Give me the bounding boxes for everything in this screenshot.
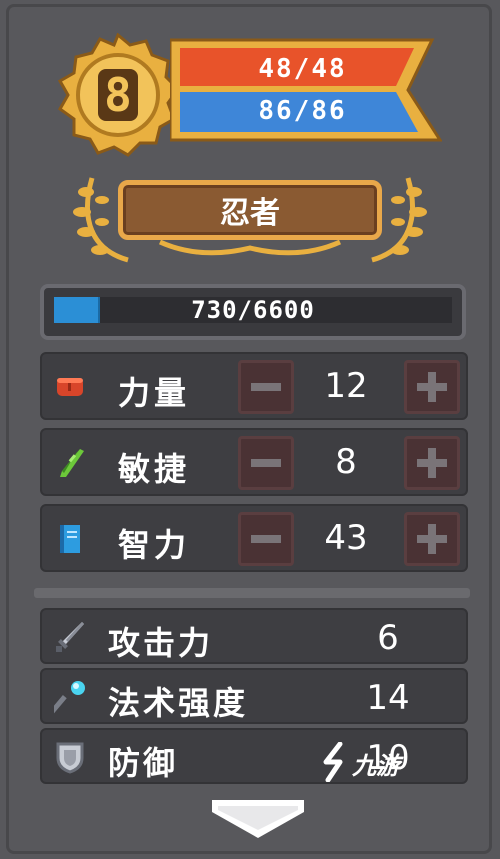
wand-icon: [54, 681, 85, 714]
stat-value: 6: [377, 618, 399, 658]
level-number: 8: [104, 68, 132, 122]
decrease-agility-button[interactable]: [238, 436, 294, 490]
class-name: 忍者: [220, 196, 280, 231]
book-icon: [60, 525, 80, 553]
hp-value: 48/48: [258, 54, 347, 84]
experience-bar: 730/6600: [40, 284, 466, 340]
watermark-text: 九游: [352, 752, 400, 780]
watermark-nine-icon: [323, 742, 343, 782]
class-name-plate: 忍者: [118, 180, 382, 240]
attribute-label: 力量: [118, 374, 191, 412]
minus-icon: [251, 383, 281, 391]
stat-row-spell-power: 法术强度 14: [40, 668, 468, 724]
attribute-value: 43: [324, 518, 368, 558]
decrease-strength-button[interactable]: [238, 360, 294, 414]
scroll-down-arrow-icon[interactable]: [210, 796, 306, 842]
stat-label: 防御: [108, 744, 179, 782]
minus-icon: [251, 459, 281, 467]
sword-icon: [56, 622, 84, 652]
plus-icon-v: [428, 372, 436, 402]
shield-icon: [56, 742, 84, 774]
fist-icon: [57, 378, 83, 396]
attribute-value: 8: [335, 442, 357, 482]
section-divider: [34, 588, 470, 598]
watermark-logo: 九游: [318, 738, 418, 784]
stat-label: 攻击力: [108, 624, 214, 662]
plus-icon-v: [428, 524, 436, 554]
stat-value: 14: [366, 678, 410, 718]
increase-strength-button[interactable]: [404, 360, 460, 414]
experience-value: 730/6600: [191, 296, 315, 324]
attribute-row-agility: 敏捷 8: [40, 428, 468, 496]
stat-label: 法术强度: [108, 684, 249, 722]
plus-icon-v: [428, 448, 436, 478]
attribute-value: 12: [324, 366, 368, 406]
mp-value: 86/86: [258, 96, 347, 126]
increase-agility-button[interactable]: [404, 436, 460, 490]
attribute-label: 智力: [118, 526, 191, 564]
minus-icon: [251, 535, 281, 543]
attribute-label: 敏捷: [118, 450, 191, 488]
decrease-intelligence-button[interactable]: [238, 512, 294, 566]
plate-scroll-ornament: [158, 239, 342, 256]
stat-row-attack: 攻击力 6: [40, 608, 468, 664]
attribute-row-strength: 力量 12: [40, 352, 468, 420]
attribute-row-intelligence: 智力 43: [40, 504, 468, 572]
feather-icon: [60, 449, 84, 477]
increase-intelligence-button[interactable]: [404, 512, 460, 566]
